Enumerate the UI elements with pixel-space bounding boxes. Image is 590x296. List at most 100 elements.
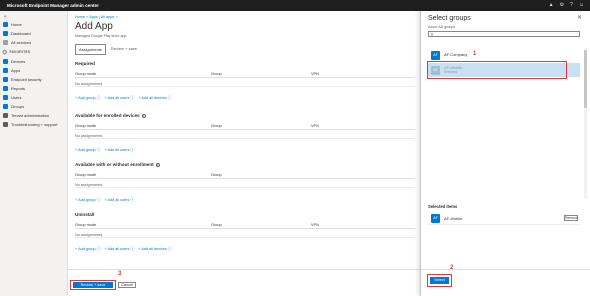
sidebar-item-endpoint-security[interactable]: Endpoint security [3,76,42,83]
sidebar-item-label: All services [11,40,32,45]
top-bar-icons: ▲ ⚙ ? ☺ [549,2,584,8]
groups-icon [3,104,8,109]
help-icon[interactable]: ? [570,2,573,8]
table-header: Group mode Group [75,173,415,179]
remove-button[interactable]: Remove [564,215,578,221]
add-group-link[interactable]: + Add group ⓘ [75,198,100,203]
devices-icon [3,59,8,64]
shield-icon [3,77,8,82]
add-all-users-link[interactable]: + Add all users ⓘ [104,247,134,252]
list-icon [3,40,8,45]
smiley-icon[interactable]: ☺ [579,2,584,8]
footer-bar: Review + save Cancel 3 [68,269,420,296]
top-bar: Microsoft Endpoint Manager admin center … [0,0,590,11]
column-vpn: VPN [311,124,319,128]
info-icon[interactable]: i [141,114,146,118]
sidebar-item-home[interactable]: Home [3,21,22,28]
section-title-text: Uninstall [75,212,95,217]
tenant-icon [3,113,8,118]
sidebar-item-label: Reports [11,86,26,91]
scrollbar-thumb[interactable] [584,50,587,108]
wrench-icon [3,122,8,127]
bell-icon[interactable]: ▲ [549,2,554,8]
highlight-box-select [427,274,452,287]
sidebar-item-tenant-administration[interactable]: Tenant administration [3,112,49,119]
table-row: No assignments [75,133,415,139]
sidebar-item-dashboard[interactable]: Dashboard [3,30,31,37]
highlight-box-group [427,61,567,79]
sidebar-item-groups[interactable]: Groups [3,103,24,110]
no-assignments-text: No assignments [75,183,103,187]
column-group-mode: Group mode [75,124,97,128]
sidebar: « Home Dashboard All services FAVORITES … [0,11,68,296]
home-icon [3,22,8,27]
sidebar-item-all-services[interactable]: All services [3,39,31,46]
section-title-available-without-enrollment: Available with or without enrollment i [75,162,160,167]
sidebar-item-troubleshooting[interactable]: Troubleshooting + support [3,121,57,128]
sidebar-item-label: Apps [11,68,21,73]
add-all-users-link[interactable]: + Add all users ⓘ [104,148,134,153]
callout-number-2: 2 [450,265,454,271]
breadcrumb[interactable]: Home > Apps | All apps > [75,15,118,19]
section-title-available-enrolled: Available for enrolled devices i [75,113,146,118]
add-links: + Add group ⓘ + Add all users ⓘ + Add al… [75,247,172,252]
add-links: + Add group ⓘ + Add all users ⓘ [75,198,134,203]
star-icon [2,49,8,54]
dashboard-icon [3,31,8,36]
search-input[interactable]: ⚲ [428,31,580,37]
column-group: Group [211,72,222,76]
add-all-users-link[interactable]: + Add all users ⓘ [104,198,134,203]
sidebar-item-label: Users [11,95,22,100]
page-subtitle: Managed Google Play store app [75,34,127,38]
add-group-link[interactable]: + Add group ⓘ [75,96,100,101]
add-all-devices-link[interactable]: + Add all devices ⓘ [138,96,171,101]
section-title-required: Required [75,61,95,66]
apps-icon [3,68,8,73]
gear-icon[interactable]: ⚙ [560,2,564,8]
add-group-link[interactable]: + Add group ⓘ [75,148,100,153]
sidebar-item-label: Dashboard [11,31,31,36]
group-avatar: AF [431,51,440,60]
add-all-users-link[interactable]: + Add all users ⓘ [104,96,134,101]
sidebar-item-label: Home [11,22,22,27]
tab-bar: Assignments Review + save [75,44,140,55]
tab-assignments[interactable]: Assignments [75,44,106,55]
section-title-text: Available with or without enrollment [75,162,154,167]
panel-title: Select groups [428,15,471,22]
add-all-devices-link[interactable]: + Add all devices ⓘ [138,247,171,252]
sidebar-item-devices[interactable]: Devices [3,58,25,65]
table-row: No assignments [75,232,415,238]
selected-item-name: AF-Mobile [444,216,463,221]
close-icon[interactable]: ✕ [577,15,582,21]
callout-number-3: 3 [118,271,122,277]
sidebar-item-apps[interactable]: Apps [3,67,20,74]
search-icon: ⚲ [430,31,434,37]
app-title: Microsoft Endpoint Manager admin center [7,3,99,8]
select-groups-panel: Select groups ✕ Azure AD groups ⚲ AF AF … [420,11,590,296]
table-row: No assignments [75,81,415,87]
double-chevron-left-icon[interactable]: « [4,15,10,20]
sidebar-item-label: Devices [11,59,26,64]
info-icon[interactable]: i [155,163,160,167]
cancel-button[interactable]: Cancel [118,282,136,288]
tab-review-save[interactable]: Review + save [108,44,140,55]
section-title-text: Required [75,61,95,66]
sidebar-favorites-header: FAVORITES [2,48,30,55]
sidebar-item-reports[interactable]: Reports [3,85,25,92]
column-vpn: VPN [311,223,319,227]
add-group-link[interactable]: + Add group ⓘ [75,247,100,252]
section-title-text: Available for enrolled devices [75,113,140,118]
selected-item: AF AF-Mobile Remove [428,211,580,225]
group-list-item[interactable]: AF AF Company [428,48,580,62]
panel-footer: Select 2 [421,265,590,296]
table-header: Group mode Group VPN [75,124,415,130]
column-group-mode: Group mode [75,223,97,227]
sidebar-item-users[interactable]: Users [3,94,21,101]
table-header: Group mode Group VPN [75,72,415,78]
sidebar-item-label: Tenant administration [11,113,50,118]
sidebar-item-label: Groups [11,104,25,109]
scrollbar[interactable] [584,48,587,198]
reports-icon [3,86,8,91]
main-content: Home > Apps | All apps > Add App Managed… [68,11,420,296]
table-row: No assignments [75,182,415,188]
